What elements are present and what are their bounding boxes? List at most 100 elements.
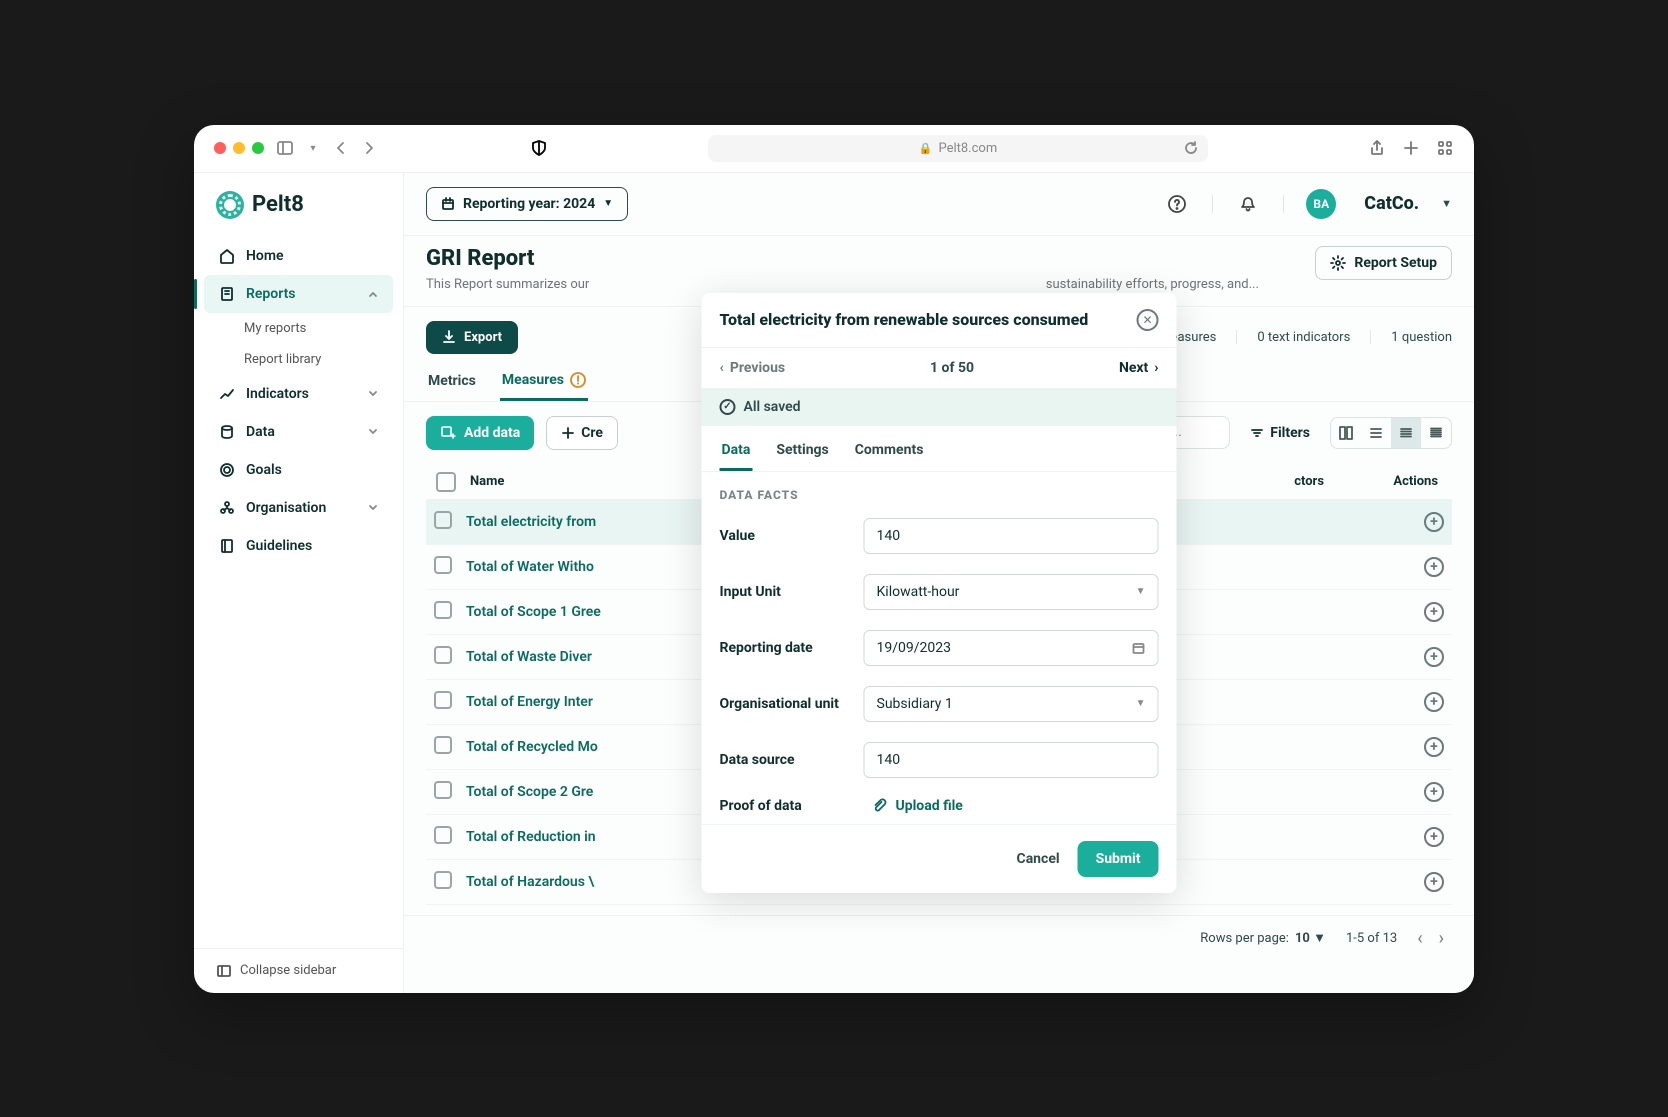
source-input[interactable]: 140 [864,742,1159,778]
row-add-icon[interactable]: + [1424,512,1444,532]
avatar[interactable]: BA [1306,189,1336,219]
column-mid-header: ctors [1284,474,1364,489]
row-checkbox[interactable] [434,736,452,754]
chevron-down-icon: ▼ [1136,586,1146,597]
maximize-window[interactable] [252,142,264,154]
database-icon [218,423,236,441]
lock-icon: 🔒 [919,142,933,155]
sidebar-sub-my-reports[interactable]: My reports [244,313,393,344]
collapse-sidebar-button[interactable]: Collapse sidebar [194,948,403,993]
report-setup-button[interactable]: Report Setup [1315,246,1452,280]
reload-icon[interactable] [1184,141,1198,155]
view-list-icon[interactable] [1361,418,1391,448]
row-add-icon[interactable]: + [1424,737,1444,757]
date-input[interactable]: 19/09/2023 [864,630,1159,666]
select-all-checkbox[interactable] [436,472,456,492]
row-add-icon[interactable]: + [1424,647,1444,667]
apps-icon[interactable] [1436,139,1454,157]
stat-text-indicators: 0 text indicators [1257,330,1350,345]
shield-icon[interactable] [530,139,548,157]
back-icon[interactable] [332,139,350,157]
export-button[interactable]: Export [426,321,518,354]
modal-title: Total electricity from renewable sources… [720,310,1137,329]
address-bar[interactable]: 🔒 Pelt8.com [708,135,1208,162]
close-window[interactable] [214,142,226,154]
orgunit-select[interactable]: Subsidiary 1▼ [864,686,1159,722]
row-checkbox[interactable] [434,781,452,799]
row-checkbox[interactable] [434,556,452,574]
next-page-button[interactable]: › [1439,928,1444,949]
row-add-icon[interactable]: + [1424,782,1444,802]
sidebar: Pelt8 Home Reports My reports Report lib… [194,173,404,993]
filter-icon [1250,426,1264,440]
chevron-down-icon [367,502,379,514]
sidebar-item-organisation[interactable]: Organisation [204,489,393,527]
view-dense-icon[interactable] [1421,418,1451,448]
upload-file-button[interactable]: Upload file [864,798,963,814]
sidebar-item-goals[interactable]: Goals [204,451,393,489]
logo[interactable]: Pelt8 [194,191,403,237]
gear-icon [1330,255,1346,271]
row-checkbox[interactable] [434,691,452,709]
previous-button[interactable]: ‹ Previous [720,360,786,376]
row-add-icon[interactable]: + [1424,692,1444,712]
row-add-icon[interactable]: + [1424,827,1444,847]
submit-button[interactable]: Submit [1078,841,1159,877]
view-grid-icon[interactable] [1331,418,1361,448]
sidebar-item-reports[interactable]: Reports [204,275,393,313]
next-button[interactable]: Next › [1119,360,1159,376]
data-facts-heading: DATA FACTS [702,472,1177,508]
filters-button[interactable]: Filters [1242,419,1318,447]
view-compact-icon[interactable] [1391,418,1421,448]
forward-icon[interactable] [360,139,378,157]
new-tab-icon[interactable] [1402,139,1420,157]
prev-page-button[interactable]: ‹ [1417,928,1422,949]
sidebar-item-guidelines[interactable]: Guidelines [204,527,393,565]
page-description: This Report summarizes our sustainabilit… [426,277,1295,292]
view-mode-toggle [1330,417,1452,449]
row-checkbox[interactable] [434,601,452,619]
sidebar-item-indicators[interactable]: Indicators [204,375,393,413]
row-checkbox[interactable] [434,511,452,529]
add-data-button[interactable]: Add data [426,416,534,450]
sidebar-item-home[interactable]: Home [204,237,393,275]
table-pagination: Rows per page: 10 ▼ 1-5 of 13 ‹ › [404,915,1474,961]
page-title: GRI Report [426,246,1295,271]
unit-select[interactable]: Kilowatt-hour▼ [864,574,1159,610]
cancel-button[interactable]: Cancel [1017,851,1060,867]
check-icon: ✓ [720,399,736,415]
row-checkbox[interactable] [434,646,452,664]
modal-tab-data[interactable]: Data [720,432,753,471]
chevron-down-icon[interactable]: ▾ [304,139,322,157]
org-menu-chevron[interactable]: ▼ [1441,197,1452,210]
reporting-year-selector[interactable]: Reporting year: 2024 ▼ [426,187,628,221]
rows-per-page-select[interactable]: 10 ▼ [1295,930,1326,946]
sidebar-item-data[interactable]: Data [204,413,393,451]
calendar-icon [441,197,455,211]
sidebar-sub-report-library[interactable]: Report library [244,344,393,375]
modal-tab-settings[interactable]: Settings [774,432,830,471]
unit-label: Input Unit [720,584,850,600]
tab-metrics[interactable]: Metrics [426,362,478,401]
value-input[interactable]: 140 [864,518,1159,554]
traffic-lights [214,142,264,154]
brand-name: Pelt8 [252,192,304,217]
help-icon[interactable] [1164,191,1190,217]
row-add-icon[interactable]: + [1424,602,1444,622]
row-checkbox[interactable] [434,826,452,844]
tab-measures[interactable]: Measures [500,362,588,401]
row-add-icon[interactable]: + [1424,872,1444,892]
create-button[interactable]: Cre [546,416,618,450]
modal-tab-comments[interactable]: Comments [853,432,926,471]
share-icon[interactable] [1368,139,1386,157]
close-icon[interactable]: ✕ [1137,309,1159,331]
logo-mark-icon [216,191,244,219]
bell-icon[interactable] [1235,191,1261,217]
sidebar-toggle-icon[interactable] [276,139,294,157]
attachment-icon [872,798,888,814]
chart-icon [218,385,236,403]
book-icon [218,537,236,555]
minimize-window[interactable] [233,142,245,154]
row-checkbox[interactable] [434,871,452,889]
row-add-icon[interactable]: + [1424,557,1444,577]
